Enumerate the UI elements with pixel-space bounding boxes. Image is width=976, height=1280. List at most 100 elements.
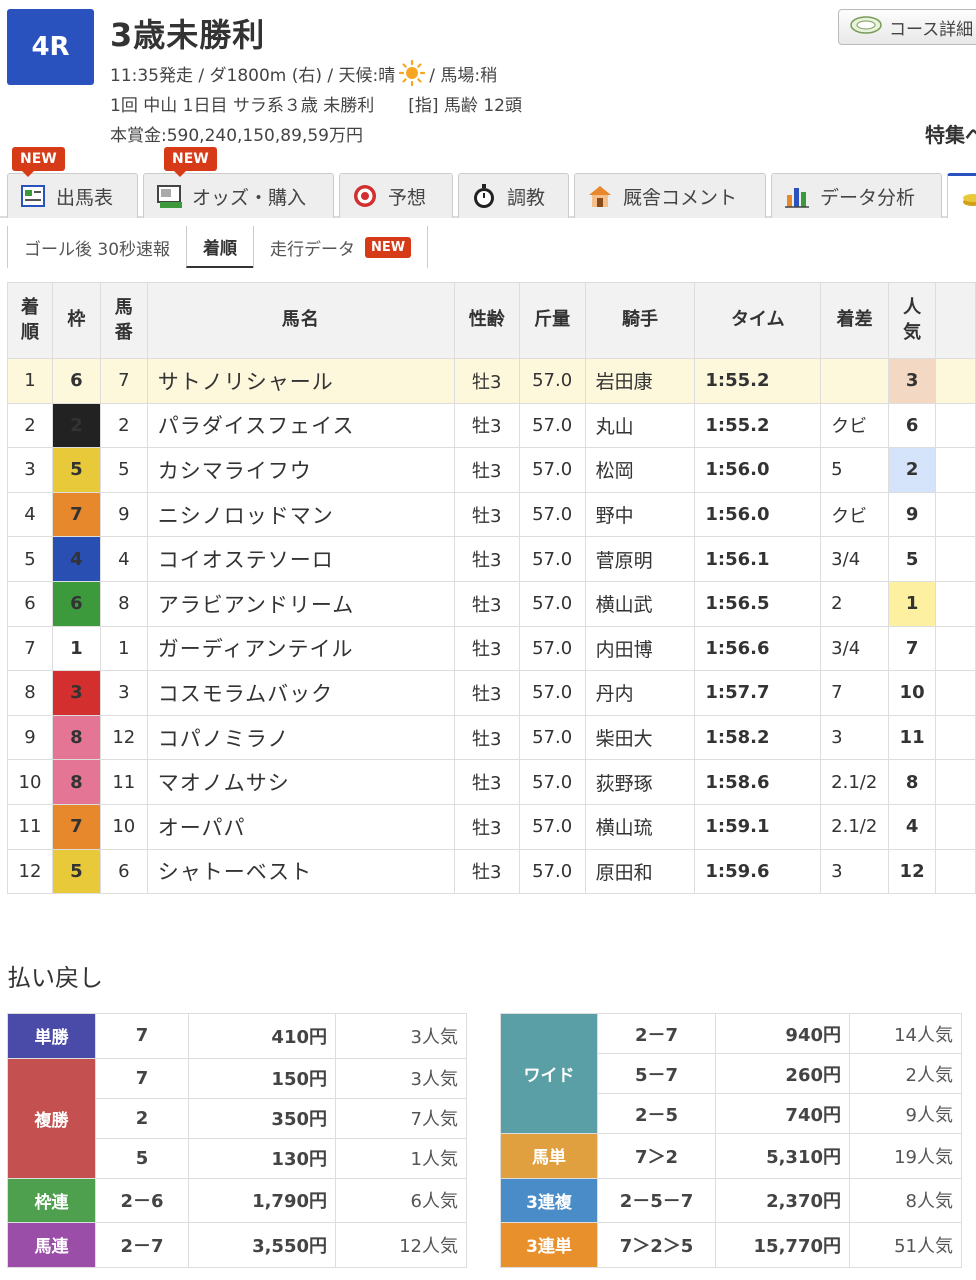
subnav-finish-order[interactable]: 着順 — [186, 226, 254, 268]
horse-name-link[interactable]: コスモラムバック — [146, 670, 455, 716]
race-prize-money: 本賞金:590,240,150,89,59万円 — [110, 126, 363, 146]
carried-weight: 57.0 — [518, 714, 586, 761]
finish-time: 1:59.1 — [694, 803, 822, 850]
payout-table-right: ワイド 2－7 940円 14人気 5－7 260円 2人気 2－5 740円 9人気 馬単 7＞2 5… — [500, 1013, 962, 1268]
sex-age: 牡3 — [453, 670, 520, 716]
table-row: 7 1 1 ガーディアンテイル 牡3 57.0 内田博 1:56.6 3/4 7 — [7, 625, 976, 672]
popularity: 8 — [888, 759, 937, 805]
jockey-link[interactable]: 野中 — [584, 491, 696, 538]
jockey-link[interactable]: 松岡 — [584, 447, 696, 493]
stable-icon — [587, 183, 613, 209]
sex-age: 牡3 — [453, 580, 520, 627]
jockey-link[interactable]: 丸山 — [584, 402, 696, 449]
jockey-link[interactable]: 内田博 — [584, 625, 696, 672]
payout-amount: 350円 — [188, 1097, 336, 1139]
horse-number: 2 — [99, 402, 148, 449]
finish-time: 1:59.6 — [694, 848, 822, 895]
finish-time: 1:58.2 — [694, 714, 822, 761]
race-track-condition: / 馬場:稍 — [429, 65, 498, 86]
waku-number: 8 — [51, 759, 101, 805]
jockey-link[interactable]: 菅原明 — [584, 536, 696, 582]
carried-weight: 57.0 — [518, 848, 586, 895]
carried-weight: 57.0 — [518, 803, 586, 850]
horse-name-link[interactable]: アラビアンドリーム — [146, 580, 455, 627]
sex-age: 牡3 — [453, 536, 520, 582]
new-badge: NEW — [12, 147, 65, 177]
bet-type-label: 3連単 — [500, 1222, 598, 1268]
horse-name-link[interactable]: オーパパ — [146, 803, 455, 850]
waku-number: 6 — [51, 358, 101, 404]
payout-combination: 2－6 — [95, 1177, 189, 1223]
extra-cell — [935, 848, 976, 895]
payout-combination: 5 — [95, 1137, 189, 1179]
horse-name-link[interactable]: ニシノロッドマン — [146, 491, 455, 538]
payout-amount: 2,370円 — [715, 1177, 850, 1223]
popularity: 5 — [888, 536, 937, 582]
horse-name-link[interactable]: シャトーベスト — [146, 848, 455, 895]
new-badge: NEW — [164, 147, 217, 177]
jockey-link[interactable]: 柴田大 — [584, 714, 696, 761]
table-row: 4 7 9 ニシノロッドマン 牡3 57.0 野中 1:56.0 クビ 9 — [7, 491, 976, 538]
margin: 2.1/2 — [820, 803, 890, 850]
horse-name-link[interactable]: パラダイスフェイス — [146, 402, 455, 449]
waku-number: 4 — [51, 536, 101, 582]
table-row: 1 6 7 サトノリシャール 牡3 57.0 岩田康 1:55.2 3 — [7, 358, 976, 404]
horse-number: 6 — [99, 848, 148, 895]
tab-stable-comment[interactable]: 厩舎コメント — [574, 173, 766, 218]
jockey-link[interactable]: 横山武 — [584, 580, 696, 627]
horse-number: 8 — [99, 580, 148, 627]
jockey-link[interactable]: 荻野琢 — [584, 759, 696, 805]
payout-title: 払い戻し — [7, 964, 103, 992]
payout-row: 枠連 2－6 1,790円 6人気 — [7, 1177, 467, 1223]
bet-type-label: ワイド — [500, 1013, 598, 1134]
tab-odds-purchase[interactable]: NEW オッズ・購入 — [143, 147, 334, 218]
finish-time: 1:56.6 — [694, 625, 822, 672]
table-row: 6 6 8 アラビアンドリーム 牡3 57.0 横山武 1:56.5 2 1 — [7, 580, 976, 627]
jockey-link[interactable]: 原田和 — [584, 848, 696, 895]
popularity: 10 — [888, 670, 937, 716]
col-jockey: 騎手 — [584, 282, 696, 359]
sun-icon — [399, 59, 426, 87]
extra-cell — [935, 714, 976, 761]
finish-rank: 7 — [7, 625, 53, 672]
subnav-goal-flash[interactable]: ゴール後 30秒速報 — [7, 226, 186, 268]
jockey-link[interactable]: 岩田康 — [584, 358, 696, 404]
subnav-divider — [427, 226, 429, 268]
horse-name-link[interactable]: マオノムサシ — [146, 759, 455, 805]
table-row: 5 4 4 コイオステソーロ 牡3 57.0 菅原明 1:56.1 3/4 5 — [7, 536, 976, 582]
table-row: 3 5 5 カシマライフウ 牡3 57.0 松岡 1:56.0 5 2 — [7, 447, 976, 493]
horse-name-link[interactable]: ガーディアンテイル — [146, 625, 455, 672]
jockey-link[interactable]: 横山琉 — [584, 803, 696, 850]
horse-number: 3 — [99, 670, 148, 716]
jockey-link[interactable]: 丹内 — [584, 670, 696, 716]
feature-page-link[interactable]: 特集ペ — [925, 119, 976, 148]
course-detail-button[interactable]: コース詳細 — [838, 9, 976, 45]
payout-combination: 5－7 — [597, 1053, 716, 1094]
horse-name-link[interactable]: サトノリシャール — [146, 358, 455, 404]
tab-prediction[interactable]: 予想 — [339, 173, 453, 218]
horse-name-link[interactable]: コパノミラノ — [146, 714, 455, 761]
payout-row: 複勝 7 150円 3人気 — [7, 1057, 467, 1179]
tab-results[interactable] — [947, 173, 976, 218]
tab-label: 予想 — [388, 186, 427, 209]
payout-popularity: 12人気 — [335, 1222, 467, 1268]
payout-popularity: 7人気 — [335, 1097, 467, 1139]
bet-type-label: 枠連 — [7, 1177, 96, 1223]
payout-combination: 7＞2＞5 — [597, 1222, 716, 1268]
horse-name-link[interactable]: カシマライフウ — [146, 447, 455, 493]
tab-training[interactable]: 調教 — [458, 173, 569, 218]
tab-label: データ分析 — [820, 186, 916, 209]
popularity: 1 — [888, 580, 937, 627]
popularity: 6 — [888, 402, 937, 449]
tab-data-analysis[interactable]: データ分析 — [771, 173, 942, 218]
subnav-running-data[interactable]: 走行データ NEW — [253, 226, 427, 268]
horse-name-link[interactable]: コイオステソーロ — [146, 536, 455, 582]
waku-number: 7 — [51, 491, 101, 538]
payout-amount: 940円 — [715, 1013, 850, 1054]
race-number-badge: 4R — [7, 9, 94, 85]
tab-entry-table[interactable]: NEW 出馬表 — [7, 147, 138, 218]
col-rank: 着順 — [7, 282, 53, 359]
carried-weight: 57.0 — [518, 759, 586, 805]
popularity: 12 — [888, 848, 937, 895]
payout-combination: 2 — [95, 1097, 189, 1139]
